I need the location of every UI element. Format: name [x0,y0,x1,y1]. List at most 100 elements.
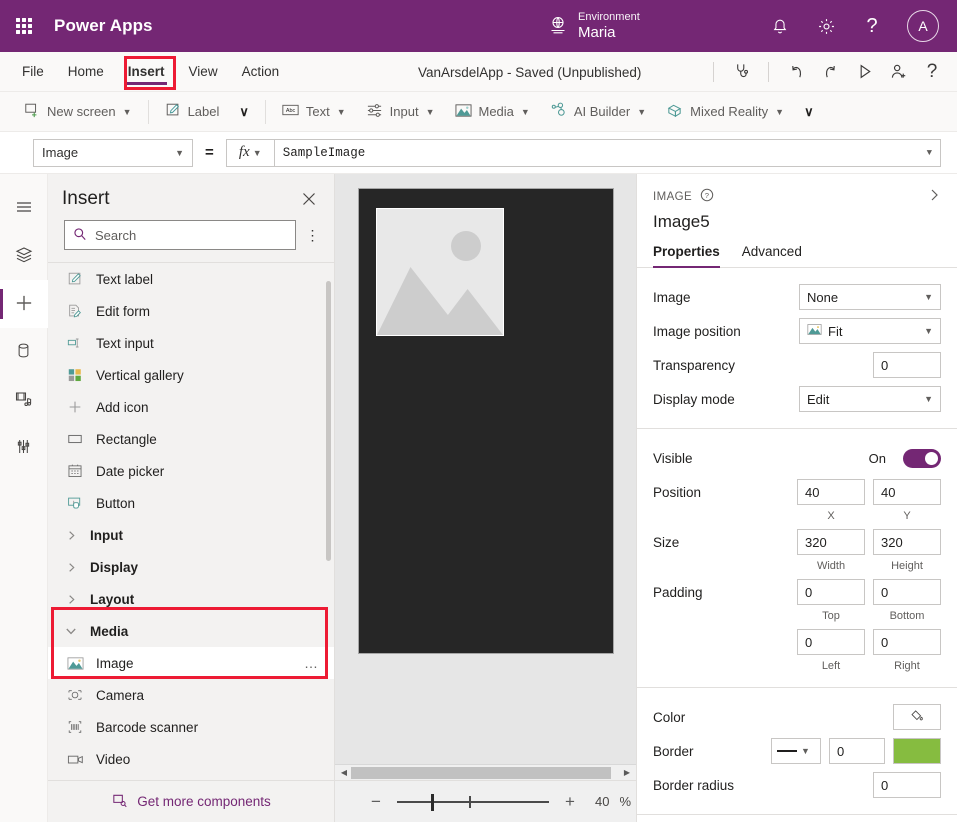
get-more-components-button[interactable]: Get more components [48,780,334,822]
canvas-horizontal-scrollbar[interactable]: ◀ ▶ [335,764,636,780]
chevron-down-icon[interactable]: ▼ [927,148,932,158]
triangle-left-icon[interactable]: ◀ [337,768,351,777]
list-item-text-input[interactable]: Text input [48,327,334,359]
question-icon[interactable]: ? [861,15,883,37]
property-display-mode: Display mode Edit ▼ [653,382,941,416]
group-input[interactable]: Input [48,519,334,551]
padding-top-input[interactable]: 0 [797,579,865,605]
menu-item-action[interactable]: Action [230,52,292,92]
list-item-image[interactable]: Image … [48,647,334,679]
zoom-slider[interactable] [397,793,549,811]
sidebar-item-data[interactable] [0,328,48,376]
tab-properties[interactable]: Properties [653,244,720,267]
gear-icon[interactable] [815,15,837,37]
list-item-add-icon[interactable]: Add icon [48,391,334,423]
ribbon-ai-builder[interactable]: AI Builder ▼ [540,98,656,126]
ribbon-overflow-caret-icon[interactable]: ∨ [794,104,824,120]
property-color: Color [653,700,941,734]
size-height-input[interactable]: 320 [873,529,941,555]
display-mode-dropdown[interactable]: Edit ▼ [799,386,941,412]
canvas-area: ◀ ▶ − + 40 % [335,174,636,822]
ribbon-text[interactable]: Abc Text ▼ [272,98,356,126]
control-name: Image5 [653,212,941,232]
list-item-rectangle[interactable]: Rectangle [48,423,334,455]
zoom-out-button[interactable]: − [363,792,389,812]
visible-toggle[interactable] [903,449,941,468]
menu-item-view[interactable]: View [177,52,230,92]
padding-left-input[interactable]: 0 [797,629,865,655]
list-item-video[interactable]: Video [48,743,334,775]
search-input[interactable]: Search [64,220,296,250]
list-item-button[interactable]: Button [48,487,334,519]
preview-icon[interactable] [847,55,881,89]
menu-item-home[interactable]: Home [56,52,116,92]
insert-component-list[interactable]: Text label Edit form [48,262,334,780]
chevron-right-icon[interactable] [927,188,941,205]
list-item-text-label[interactable]: Text label [48,263,334,295]
group-layout[interactable]: Layout [48,583,334,615]
triangle-right-icon[interactable]: ▶ [620,768,634,777]
question-circle-icon[interactable]: ? [700,188,714,205]
group-display[interactable]: Display [48,551,334,583]
padding-right-input[interactable]: 0 [873,629,941,655]
size-width-input[interactable]: 320 [797,529,865,555]
avatar[interactable]: A [907,10,939,42]
ribbon-label[interactable]: Label [155,98,230,126]
list-item-overflow-icon[interactable]: … [304,655,320,671]
border-radius-input[interactable]: 0 [873,772,941,798]
close-icon[interactable] [298,188,320,210]
padding-bottom-input[interactable]: 0 [873,579,941,605]
menu-item-file[interactable]: File [10,52,56,92]
transparency-input[interactable]: 0 [873,352,941,378]
environment-selector[interactable]: Environment Maria [548,0,640,52]
slider-handle[interactable] [431,794,434,811]
list-item-date-picker[interactable]: Date picker [48,455,334,487]
position-x-input[interactable]: 40 [797,479,865,505]
ribbon-input[interactable]: Input ▼ [356,98,445,126]
formula-value: SampleImage [283,146,366,160]
list-item-barcode-scanner[interactable]: Barcode scanner [48,711,334,743]
sidebar-item-media[interactable] [0,376,48,424]
list-item-camera[interactable]: Camera [48,679,334,711]
ellipsis-vertical-icon[interactable]: ⋮ [302,227,324,244]
fx-button[interactable]: fx ▼ [226,139,274,167]
image-position-dropdown[interactable]: Fit ▼ [799,318,941,344]
bell-icon[interactable] [769,15,791,37]
app-launcher-icon[interactable] [10,12,38,40]
list-item-vertical-gallery[interactable]: Vertical gallery [48,359,334,391]
image-placeholder-icon[interactable] [376,208,504,336]
image-dropdown[interactable]: None ▼ [799,284,941,310]
help-icon[interactable]: ? [915,55,949,89]
chevron-right-icon [62,558,80,576]
formula-input[interactable]: SampleImage ▼ [274,139,941,167]
tab-advanced[interactable]: Advanced [742,244,802,267]
app-screen[interactable] [358,188,614,654]
app-checker-icon[interactable] [724,55,758,89]
sidebar-item-insert[interactable] [0,280,48,328]
sidebar-item-menu[interactable] [0,184,48,232]
ribbon-mixed-reality[interactable]: Mixed Reality ▼ [656,98,794,126]
ribbon-new-screen[interactable]: New screen ▼ [14,98,142,126]
color-picker-button[interactable] [893,704,941,730]
ribbon-media[interactable]: Media ▼ [445,98,540,126]
canvas-stage[interactable] [335,174,636,764]
position-y-input[interactable]: 40 [873,479,941,505]
list-item-edit-form[interactable]: Edit form [48,295,334,327]
border-width-input[interactable]: 0 [829,738,885,764]
scrollbar-thumb[interactable] [351,767,611,779]
menu-item-insert[interactable]: Insert [116,52,177,92]
border-style-dropdown[interactable]: ▼ [771,738,821,764]
share-icon[interactable] [881,55,915,89]
chevron-down-icon [62,622,80,640]
undo-icon[interactable] [779,55,813,89]
scrollbar-track[interactable] [351,767,620,779]
sidebar-item-tree-view[interactable] [0,232,48,280]
zoom-in-button[interactable]: + [557,792,583,812]
sidebar-item-advanced-tools[interactable] [0,424,48,472]
redo-icon[interactable] [813,55,847,89]
insert-list-scrollbar[interactable] [326,281,331,561]
property-selector[interactable]: Image ▼ [33,139,193,167]
group-media[interactable]: Media [48,615,334,647]
border-color-swatch[interactable] [893,738,941,764]
label-dropdown-caret-icon[interactable]: ∨ [229,104,259,120]
